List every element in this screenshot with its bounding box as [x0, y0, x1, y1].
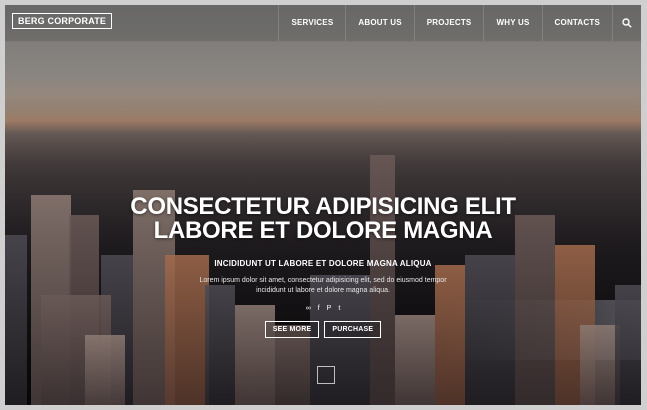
nav-about-us[interactable]: ABOUT US: [345, 5, 413, 41]
twitter-icon[interactable]: t: [338, 305, 340, 312]
hero-background: BERG CORPORATE SERVICES ABOUT US PROJECT…: [5, 5, 641, 405]
scroll-down-indicator[interactable]: [317, 366, 335, 384]
facebook-icon[interactable]: f: [318, 305, 320, 312]
pinterest-icon[interactable]: P: [327, 305, 332, 312]
hero-subtitle: INCIDIDUNT UT LABORE ET DOLORE MAGNA ALI…: [214, 259, 432, 268]
hero-description: Lorem ipsum dolor sit amet, consectetur …: [5, 276, 641, 296]
see-more-button[interactable]: SEE MORE: [264, 321, 320, 338]
hero-section: CONSECTETUR ADIPISICING ELIT LABORE ET D…: [5, 195, 641, 338]
hero-buttons: SEE MORE PURCHASE: [5, 321, 641, 338]
purchase-button[interactable]: PURCHASE: [324, 321, 382, 338]
search-icon[interactable]: [612, 5, 641, 41]
nav-contacts[interactable]: CONTACTS: [541, 5, 612, 41]
flickr-icon[interactable]: ∞: [306, 305, 311, 312]
main-nav: SERVICES ABOUT US PROJECTS WHY US CONTAC…: [278, 5, 641, 41]
nav-projects[interactable]: PROJECTS: [413, 5, 484, 41]
top-navigation-bar: BERG CORPORATE SERVICES ABOUT US PROJECT…: [5, 5, 641, 42]
hero-description-line-2: incididunt ut labore et dolore magna ali…: [256, 287, 390, 294]
hero-title-line-1: CONSECTETUR ADIPISICING ELIT: [130, 193, 516, 220]
site-logo[interactable]: BERG CORPORATE: [12, 13, 113, 29]
social-links: ∞ f P t: [5, 305, 641, 312]
hero-title-line-2: LABORE ET DOLORE MAGNA: [153, 217, 493, 244]
nav-why-us[interactable]: WHY US: [483, 5, 541, 41]
hero-description-line-1: Lorem ipsum dolor sit amet, consectetur …: [199, 277, 447, 284]
hero-title: CONSECTETUR ADIPISICING ELIT LABORE ET D…: [5, 195, 641, 243]
nav-services[interactable]: SERVICES: [278, 5, 345, 41]
